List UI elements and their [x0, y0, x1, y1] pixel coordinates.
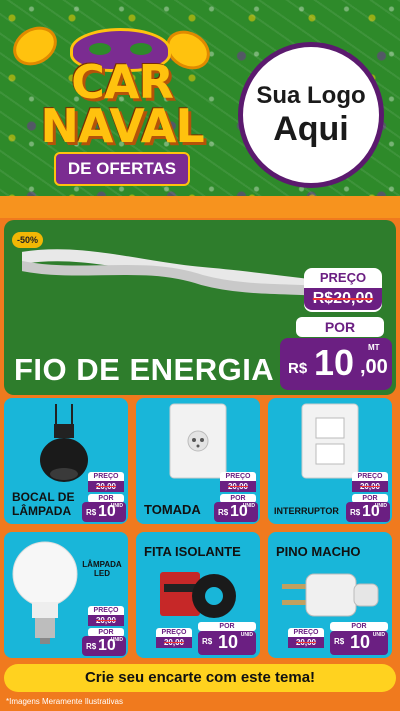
price-unit: MT: [368, 343, 380, 352]
sale-price-box: R$ 10 UNID: [214, 502, 258, 522]
price-box: PREÇO 20,00: [288, 628, 324, 648]
old-price: 20,00: [156, 637, 192, 648]
old-price: 20,00: [88, 615, 124, 626]
switch-image: [301, 403, 359, 479]
featured-title: FIO DE ENERGIA: [14, 352, 275, 387]
sale-price-box: R$ 10 UNID: [82, 636, 126, 656]
old-price: 20,00: [352, 481, 388, 492]
price-box: PREÇO 20,00 POR: [88, 606, 124, 637]
preco-label: PREÇO: [88, 606, 124, 615]
por-label: POR: [330, 622, 388, 631]
price-cents: ,00: [360, 356, 388, 378]
cta-banner[interactable]: Crie seu encarte com este tema!: [4, 664, 396, 692]
original-price-box: PREÇO R$20,00: [304, 268, 382, 312]
por-label: POR: [198, 622, 256, 631]
price-integer: 10: [314, 342, 355, 383]
disclaimer-text: *Imagens Meramente Ilustrativas: [6, 697, 123, 706]
price-box: PREÇO 20,00: [156, 628, 192, 648]
tape-image: [160, 572, 236, 618]
logo-placeholder[interactable]: Sua Logo Aqui: [238, 42, 384, 188]
preco-label: PREÇO: [352, 472, 388, 481]
product-name: TOMADA: [144, 502, 201, 517]
led-bulb-image: [12, 541, 78, 644]
product-name: PINO MACHO: [276, 544, 361, 559]
old-price: 20,00: [220, 481, 256, 492]
product-card-bocal[interactable]: BOCAL DE LÂMPADA PREÇO 20,00 POR R$ 10 UNI…: [4, 398, 128, 524]
old-price: R$20,00: [304, 288, 382, 310]
old-price: 20,00: [288, 637, 324, 648]
outlet-image: [169, 403, 227, 479]
product-name: BOCAL DE LÂMPADA: [12, 490, 75, 518]
sale-price: R$ 10 ,00 MT: [280, 338, 392, 390]
sale-price-box: POR R$ 10 UNID: [198, 620, 256, 655]
por-label: POR: [296, 317, 384, 337]
product-card-pino[interactable]: PINO MACHO PREÇO 20,00 POR R$ 10 UNID: [268, 532, 392, 658]
preco-label: PREÇO: [288, 628, 324, 637]
product-name: INTERRUPTOR: [274, 506, 339, 516]
product-name: LÂMPADA LED: [82, 560, 122, 578]
sale-price-box: R$ 10 UNID: [82, 502, 126, 522]
de-ofertas-ribbon: DE OFERTAS: [53, 152, 191, 186]
price-box: PREÇO 20,00 POR: [352, 472, 388, 503]
carnaval-title: CAR NAVAL DE OFERTAS: [22, 55, 222, 186]
product-card-interruptor[interactable]: INTERRUPTOR PREÇO 20,00 POR R$ 10 UNID: [268, 398, 392, 524]
carnival-header: CAR NAVAL DE OFERTAS Sua Logo Aqui: [0, 0, 400, 208]
product-card-lampada[interactable]: LÂMPADA LED PREÇO 20,00 POR R$ 10 UNID: [4, 532, 128, 658]
orange-divider: [0, 196, 400, 218]
preco-label: PREÇO: [220, 472, 256, 481]
plug-image: [282, 573, 379, 617]
logo-text-line-2: Aqui: [273, 109, 349, 148]
sale-price-box: POR R$ 10 UNID: [330, 620, 388, 655]
lamp-socket-image: [40, 404, 88, 482]
preco-label: PREÇO: [156, 628, 192, 637]
old-price: 20,00: [88, 481, 124, 492]
title-line-2: NAVAL: [40, 99, 204, 153]
featured-product-card[interactable]: -50% PREÇO R$20,00 POR R$ 10 ,00 MT FIO …: [4, 220, 396, 395]
preco-label: PREÇO: [88, 472, 124, 481]
logo-text-line-1: Sua Logo: [256, 81, 366, 109]
product-card-tomada[interactable]: TOMADA PREÇO 20,00 POR R$ 10 UNID: [136, 398, 260, 524]
preco-label: PREÇO: [319, 270, 367, 285]
price-box: PREÇO 20,00 POR: [88, 472, 124, 503]
product-name: FITA ISOLANTE: [144, 544, 241, 559]
product-card-fita[interactable]: FITA ISOLANTE PREÇO 20,00 POR R$ 10 UNID: [136, 532, 260, 658]
title-line-1: CAR: [71, 55, 174, 109]
currency: R$: [288, 360, 308, 377]
price-box: PREÇO 20,00 POR: [220, 472, 256, 503]
sale-price-box: R$ 10 UNID: [346, 502, 390, 522]
